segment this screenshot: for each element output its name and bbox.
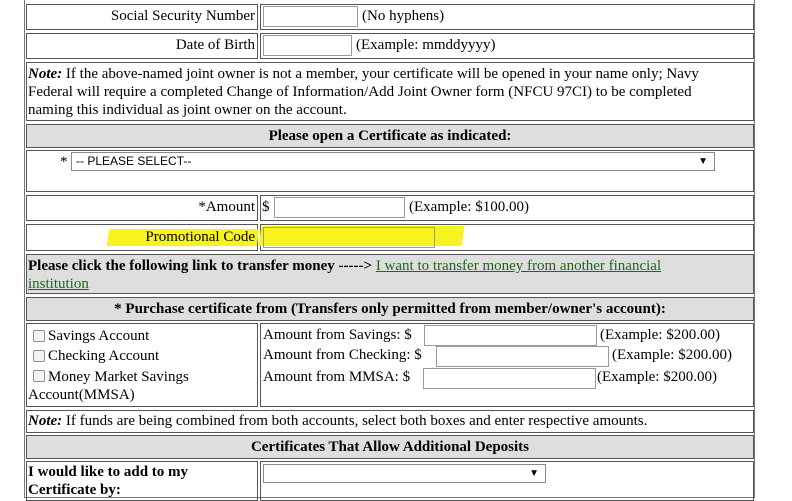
- savings-label: Savings Account: [48, 328, 150, 344]
- combine-note-text: If funds are being combined from both ac…: [62, 413, 648, 429]
- amount-label: *Amount: [198, 199, 255, 215]
- add-to-line-2: Certificate by:: [28, 482, 121, 498]
- certificate-type-select[interactable]: -- PLEASE SELECT-- ▼: [71, 152, 715, 171]
- transfer-external-link[interactable]: I want to transfer money from another fi…: [376, 258, 661, 274]
- transfer-external-link-cont[interactable]: institution: [28, 276, 89, 292]
- dob-input[interactable]: [263, 35, 352, 56]
- amount-currency: $: [262, 199, 270, 215]
- savings-checkbox[interactable]: [33, 330, 45, 342]
- dob-label: Date of Birth: [175, 37, 255, 53]
- note-prefix: Note:: [28, 66, 63, 82]
- dob-hint: (Example: mmddyyyy): [356, 37, 496, 53]
- note-line-3: naming this individual as joint owner on…: [28, 102, 347, 118]
- amount-hint: (Example: $100.00): [409, 199, 529, 215]
- checking-amount-label: Amount from Checking: $: [263, 347, 422, 363]
- savings-amount-input[interactable]: [424, 325, 597, 346]
- combine-note: Note: If funds are being combined from b…: [28, 412, 647, 430]
- note-line-2: Federal will require a completed Change …: [28, 84, 692, 100]
- ssn-hint: (No hyphens): [362, 8, 445, 24]
- purchase-from-title: * Purchase certificate from (Transfers o…: [114, 301, 666, 317]
- required-asterisk: *: [60, 154, 68, 170]
- ssn-label: Social Security Number: [110, 8, 255, 24]
- checking-amount-input[interactable]: [436, 346, 609, 367]
- transfer-instruction: Please click the following link to trans…: [28, 258, 373, 274]
- ssn-input[interactable]: [263, 6, 358, 27]
- combine-note-prefix: Note:: [28, 413, 63, 429]
- mmsa-label-cont: Account(MMSA): [28, 387, 135, 403]
- chevron-down-icon: ▼: [529, 468, 539, 479]
- mmsa-amount-input[interactable]: [423, 368, 596, 389]
- mmsa-amount-hint: (Example: $200.00): [597, 369, 717, 385]
- add-to-select[interactable]: ▼: [263, 464, 546, 483]
- certificate-type-value: -- PLEASE SELECT--: [76, 154, 192, 168]
- add-to-label: I would like to add to my Certificate by…: [28, 463, 188, 499]
- transfer-text-block: Please click the following link to trans…: [28, 257, 750, 293]
- additional-deposits-title: Certificates That Allow Additional Depos…: [250, 439, 530, 455]
- mmsa-label: Money Market Savings: [48, 369, 189, 385]
- checking-amount-hint: (Example: $200.00): [612, 347, 732, 363]
- amount-input[interactable]: [274, 197, 405, 218]
- joint-owner-note: Note: If the above-named joint owner is …: [28, 65, 750, 119]
- mmsa-amount-label: Amount from MMSA: $: [263, 369, 411, 385]
- chevron-down-icon: ▼: [698, 156, 708, 167]
- savings-amount-hint: (Example: $200.00): [600, 327, 720, 343]
- promo-label: Promotional Code: [145, 229, 255, 245]
- open-certificate-title: Please open a Certificate as indicated:: [268, 128, 512, 144]
- promo-code-input[interactable]: [263, 227, 435, 248]
- note-line-1: If the above-named joint owner is not a …: [62, 66, 699, 82]
- checking-label: Checking Account: [48, 348, 160, 364]
- add-to-line-1: I would like to add to my: [28, 464, 189, 480]
- checking-checkbox[interactable]: [33, 350, 45, 362]
- savings-amount-label: Amount from Savings: $: [263, 327, 412, 343]
- mmsa-checkbox[interactable]: [33, 370, 45, 382]
